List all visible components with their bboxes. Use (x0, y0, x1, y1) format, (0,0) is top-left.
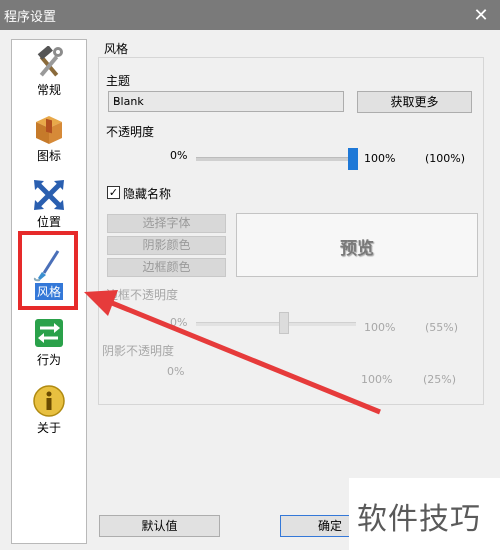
border-opacity-slider-thumb[interactable] (279, 312, 289, 334)
opacity-max-label: 100% (364, 152, 396, 165)
settings-window: 程序设置 ✕ 常规 图标 位置 风格 行为 关于 风格 主题 Blank ⌄ 获… (0, 0, 500, 550)
move-arrows-icon (34, 180, 64, 210)
switch-arrows-icon (35, 319, 63, 347)
shadow-opacity-min-label: 0% (167, 365, 185, 378)
opacity-label: 不透明度 (106, 125, 155, 139)
sidebar-item-label: 位置 (36, 215, 61, 229)
default-button[interactable]: 默认值 (99, 515, 220, 537)
sidebar-item-about[interactable]: 关于 (12, 382, 86, 446)
sidebar-item-label: 常规 (36, 83, 61, 97)
checkmark-icon: ✓ (108, 186, 119, 199)
hide-name-checkbox[interactable]: ✓ (107, 186, 120, 199)
sidebar-item-label: 关于 (36, 421, 61, 435)
shadow-color-button[interactable]: 阴影颜色 (107, 236, 226, 255)
shadow-opacity-max-label: 100% (361, 373, 393, 386)
border-opacity-max-label: 100% (364, 321, 396, 334)
preview-text: 预览 (340, 239, 374, 259)
shadow-opacity-value: (25%) (423, 373, 457, 386)
title-bar: 程序设置 ✕ (0, 0, 500, 30)
opacity-slider-thumb[interactable] (348, 148, 358, 170)
border-opacity-label: 边框不透明度 (106, 288, 179, 302)
theme-label: 主题 (106, 74, 131, 88)
sidebar-item-label: 行为 (36, 353, 61, 367)
hide-name-label: 隐藏名称 (123, 187, 172, 201)
sidebar-item-icons[interactable]: 图标 (12, 110, 86, 174)
border-opacity-min-label: 0% (170, 316, 188, 329)
border-opacity-value: (55%) (425, 321, 459, 334)
border-color-button[interactable]: 边框颜色 (107, 258, 226, 277)
hammer-wrench-icon (37, 46, 63, 77)
theme-select[interactable]: Blank ⌄ (108, 91, 344, 112)
sidebar-item-behavior[interactable]: 行为 (12, 314, 86, 378)
chevron-down-icon: ⌄ (113, 94, 122, 105)
opacity-min-label: 0% (170, 149, 188, 162)
sidebar-item-general[interactable]: 常规 (12, 44, 86, 108)
info-icon (33, 385, 65, 417)
choose-font-button[interactable]: 选择字体 (107, 214, 226, 233)
opacity-value: (100%) (425, 152, 466, 165)
window-title: 程序设置 (4, 10, 57, 25)
border-opacity-slider-track[interactable] (196, 322, 356, 326)
preview-box: 预览 (236, 213, 478, 277)
opacity-slider-track[interactable] (196, 157, 356, 161)
section-title: 风格 (104, 42, 129, 56)
shadow-opacity-label: 阴影不透明度 (102, 344, 175, 358)
annotation-highlight-box (18, 231, 78, 310)
package-box-icon (36, 116, 62, 144)
get-more-button[interactable]: 获取更多 (357, 91, 472, 113)
sidebar-item-label: 图标 (36, 149, 61, 163)
watermark-text: 软件技巧 (357, 502, 481, 537)
close-button[interactable]: ✕ (462, 0, 500, 30)
watermark: 软件技巧 (349, 478, 500, 550)
